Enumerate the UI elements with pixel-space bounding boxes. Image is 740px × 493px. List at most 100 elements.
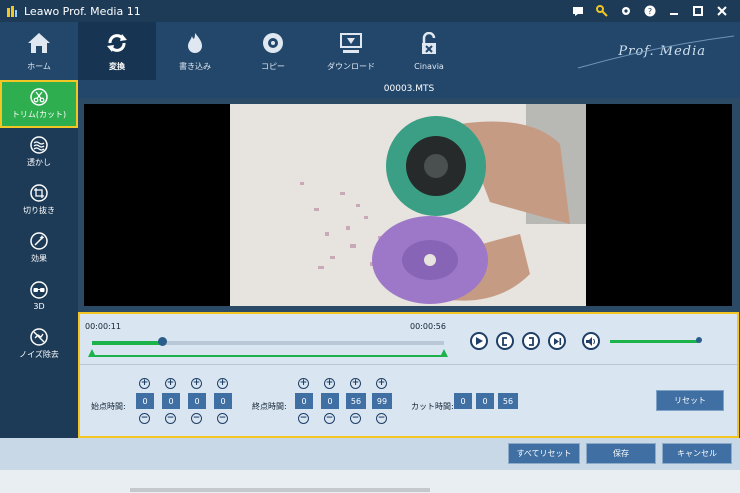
start-sec-value[interactable]: 0 [188, 393, 206, 409]
copy-disc-icon [263, 32, 283, 53]
file-name-bar: 00003.MTS [78, 80, 740, 98]
end-frame-value[interactable]: 99 [372, 393, 392, 409]
save-button[interactable]: 保存 [586, 443, 656, 464]
speaker-icon [586, 336, 595, 346]
video-frame-image [230, 104, 586, 306]
sidebar-item-effect[interactable]: 効果 [0, 224, 78, 272]
start-frame-plus[interactable]: + [217, 378, 228, 389]
cut-sec-value: 56 [498, 393, 518, 409]
toolbar-download[interactable]: ダウンロード [312, 22, 390, 80]
end-min-minus[interactable]: − [324, 413, 335, 424]
video-preview[interactable] [84, 104, 732, 306]
sidebar-item-trim[interactable]: トリム(カット) [0, 80, 78, 128]
watermark-icon [30, 136, 48, 154]
toolbar-copy[interactable]: コピー [234, 22, 312, 80]
start-min-value[interactable]: 0 [162, 393, 180, 409]
home-icon [28, 32, 50, 53]
cut-min-value: 0 [476, 393, 494, 409]
cancel-button[interactable]: キャンセル [662, 443, 732, 464]
sidebar-item-watermark-label: 透かし [27, 158, 51, 167]
toolbar-download-label: ダウンロード [327, 61, 375, 71]
toolbar-convert[interactable]: 変換 [78, 22, 156, 80]
end-sec-value[interactable]: 56 [346, 393, 366, 409]
sidebar-item-noise-label: ノイズ除去 [19, 350, 59, 359]
trim-end-handle[interactable] [440, 349, 448, 357]
sidebar-item-noise[interactable]: ノイズ除去 [0, 320, 78, 368]
footer-strip [0, 470, 740, 493]
sidebar-item-3d-label: 3D [33, 302, 45, 311]
sidebar-item-watermark[interactable]: 透かし [0, 128, 78, 176]
play-button[interactable] [470, 332, 488, 350]
start-min-minus[interactable]: − [165, 413, 176, 424]
noise-removal-icon [30, 328, 48, 346]
edit-sidebar: トリム(カット) 透かし 切り抜き 効果 3D ノイズ除去 [0, 80, 78, 438]
sidebar-item-3d[interactable]: 3D [0, 272, 78, 320]
app-logo-icon [7, 6, 17, 17]
end-min-value[interactable]: 0 [321, 393, 339, 409]
cinavia-lock-icon [422, 31, 436, 54]
download-icon [340, 32, 362, 53]
start-frame-value[interactable]: 0 [214, 393, 232, 409]
trim-range-line [92, 355, 444, 357]
toolbar-burn[interactable]: 書き込み [156, 22, 234, 80]
file-name: 00003.MTS [383, 84, 435, 94]
bottom-action-bar: すべてリセット 保存 キャンセル [0, 438, 740, 470]
trim-start-handle[interactable] [88, 349, 96, 357]
help-icon[interactable]: ? [638, 0, 662, 22]
toolbar-convert-label: 変換 [109, 61, 125, 71]
reset-all-button[interactable]: すべてリセット [508, 443, 580, 464]
current-time: 00:00:11 [85, 322, 121, 331]
start-time-label: 始点時間: [91, 402, 126, 411]
volume-track[interactable] [610, 340, 698, 343]
gear-icon[interactable] [614, 0, 638, 22]
end-hour-value[interactable]: 0 [295, 393, 313, 409]
3d-glasses-icon [30, 281, 48, 299]
footer-scroll-indicator [130, 488, 430, 492]
chat-icon[interactable] [566, 0, 590, 22]
sidebar-item-crop[interactable]: 切り抜き [0, 176, 78, 224]
play-icon [476, 337, 483, 345]
start-hour-value[interactable]: 0 [136, 393, 154, 409]
end-sec-plus[interactable]: + [350, 378, 361, 389]
toolbar-copy-label: コピー [261, 61, 285, 71]
sidebar-item-crop-label: 切り抜き [23, 206, 55, 215]
toolbar-home[interactable]: ホーム [0, 22, 78, 80]
start-hour-minus[interactable]: − [139, 413, 150, 424]
maximize-icon[interactable] [686, 0, 710, 22]
key-icon[interactable] [590, 0, 614, 22]
start-sec-plus[interactable]: + [191, 378, 202, 389]
end-frame-plus[interactable]: + [376, 378, 387, 389]
seek-progress [92, 341, 163, 345]
end-hour-minus[interactable]: − [298, 413, 309, 424]
scissors-icon [30, 88, 48, 106]
end-min-plus[interactable]: + [324, 378, 335, 389]
trim-control-panel: 00:00:11 00:00:56 始点時間: + + + + 0 0 0 0 … [78, 312, 739, 438]
start-frame-minus[interactable]: − [217, 413, 228, 424]
volume-thumb[interactable] [696, 337, 702, 343]
toolbar-cinavia-label: Cinavia [414, 61, 444, 71]
start-hour-plus[interactable]: + [139, 378, 150, 389]
title-bar: Leawo Prof. Media 11 ? [0, 0, 740, 22]
toolbar-cinavia[interactable]: Cinavia [390, 22, 468, 80]
sidebar-item-effect-label: 効果 [31, 254, 47, 263]
crop-icon [30, 184, 48, 202]
start-sec-minus[interactable]: − [191, 413, 202, 424]
end-hour-plus[interactable]: + [298, 378, 309, 389]
close-icon[interactable] [710, 0, 734, 22]
trim-reset-button[interactable]: リセット [656, 390, 724, 411]
brand-logo: Prof. Media [570, 22, 740, 80]
set-end-button[interactable] [522, 332, 540, 350]
minimize-icon[interactable] [662, 0, 686, 22]
end-frame-minus[interactable]: − [376, 413, 387, 424]
bracket-right-icon [529, 336, 534, 346]
next-frame-button[interactable] [548, 332, 566, 350]
sidebar-item-trim-label: トリム(カット) [11, 110, 67, 119]
seek-track[interactable] [92, 341, 444, 345]
end-sec-minus[interactable]: − [350, 413, 361, 424]
volume-button[interactable] [582, 332, 600, 350]
bracket-left-icon [502, 336, 507, 346]
set-start-button[interactable] [496, 332, 514, 350]
next-frame-icon [553, 337, 561, 345]
start-min-plus[interactable]: + [165, 378, 176, 389]
end-time: 00:00:56 [410, 322, 446, 331]
